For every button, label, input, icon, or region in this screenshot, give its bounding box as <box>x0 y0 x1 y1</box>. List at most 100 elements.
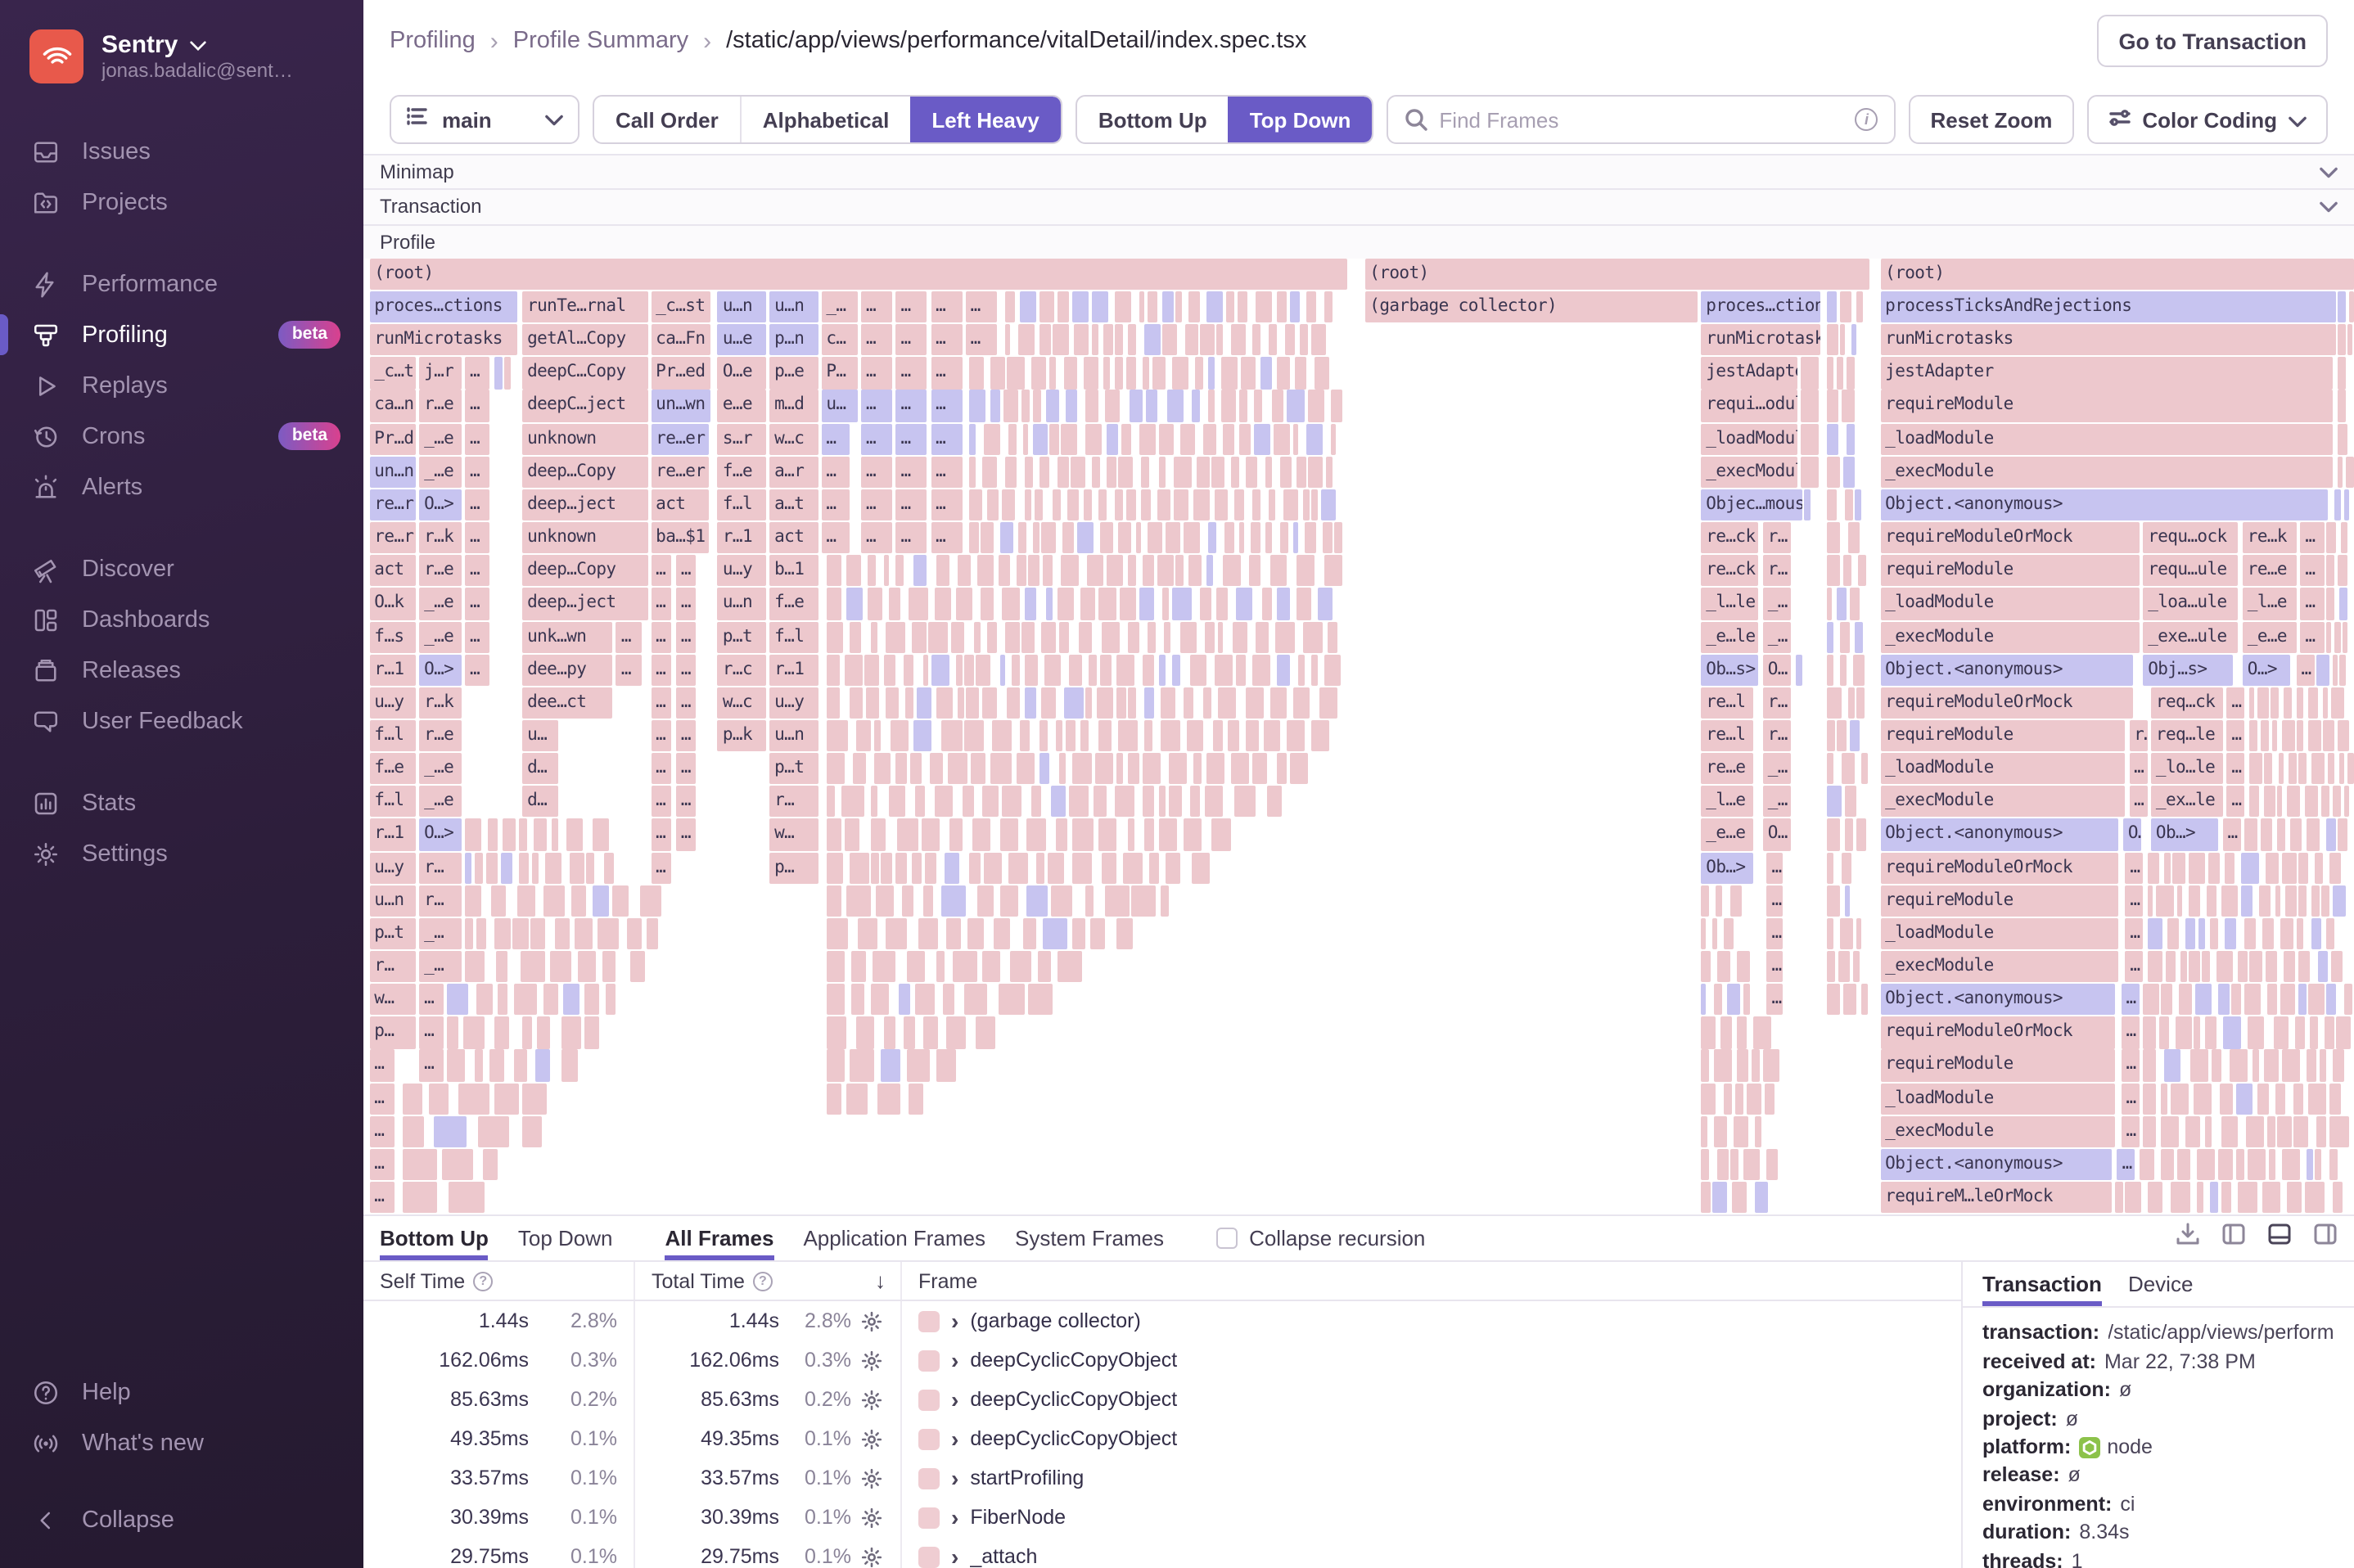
sidebar-item-discover[interactable]: Discover <box>0 543 363 594</box>
flame-frame[interactable]: dee…ct <box>522 687 612 719</box>
flame-frame[interactable]: … <box>419 1016 444 1049</box>
flame-frame-sliver[interactable] <box>2276 786 2283 818</box>
flame-frame-sliver[interactable] <box>1143 753 1161 785</box>
flame-frame-sliver[interactable] <box>931 654 949 686</box>
flame-frame-sliver[interactable] <box>2283 687 2293 719</box>
flame-frame[interactable]: r…1 <box>369 654 416 686</box>
flame-frame-sliver[interactable] <box>1285 324 1295 356</box>
flame-frame[interactable]: a…r <box>769 456 818 488</box>
flame-frame[interactable]: _…e <box>419 786 462 818</box>
flame-frame-sliver[interactable] <box>403 1115 424 1147</box>
flame-frame-sliver[interactable] <box>901 885 914 917</box>
flame-frame-sliver[interactable] <box>2156 885 2174 917</box>
flame-frame-sliver[interactable] <box>864 654 879 686</box>
flame-frame-sliver[interactable] <box>984 423 1001 455</box>
flame-frame-sliver[interactable] <box>646 917 659 950</box>
flame-frame-sliver[interactable] <box>2115 1182 2123 1214</box>
flame-frame-sliver[interactable] <box>1238 390 1248 422</box>
flame-frame-sliver[interactable] <box>1826 719 1835 752</box>
flame-frame-sliver[interactable] <box>912 852 922 884</box>
flame-frame[interactable]: … <box>2121 1016 2140 1049</box>
flame-frame-sliver[interactable] <box>2296 687 2303 719</box>
flame-frame-sliver[interactable] <box>877 1083 900 1115</box>
flame-frame[interactable]: f…l <box>369 719 416 752</box>
flame-frame[interactable]: … <box>465 555 489 587</box>
flame-frame-sliver[interactable] <box>1251 324 1260 356</box>
flame-frame-sliver[interactable] <box>1231 753 1250 785</box>
flame-frame-sliver[interactable] <box>1838 951 1851 983</box>
flame-frame-sliver[interactable] <box>1837 357 1844 390</box>
flame-frame[interactable]: … <box>465 357 489 390</box>
expand-chevron-icon[interactable]: › <box>951 1389 958 1412</box>
flame-frame[interactable]: b…1 <box>769 555 818 587</box>
flame-frame-sliver[interactable] <box>2347 753 2354 785</box>
flame-frame-sliver[interactable] <box>1161 719 1181 752</box>
flame-frame[interactable]: … <box>465 456 489 488</box>
flame-frame-sliver[interactable] <box>1162 291 1174 323</box>
flame-frame-sliver[interactable] <box>2311 917 2322 950</box>
flame-frame[interactable]: … <box>465 423 489 455</box>
flame-frame-sliver[interactable] <box>1245 719 1260 752</box>
flame-frame[interactable]: … <box>895 324 927 356</box>
find-frames-input[interactable] <box>1439 107 1844 132</box>
flame-frame-sliver[interactable] <box>1091 291 1108 323</box>
flame-frame-sliver[interactable] <box>1017 753 1035 785</box>
flame-frame-sliver[interactable] <box>2306 1049 2316 1082</box>
flame-frame-sliver[interactable] <box>1143 687 1155 719</box>
flame-frame-sliver[interactable] <box>1002 489 1016 521</box>
flame-frame-sliver[interactable] <box>1279 456 1291 488</box>
flame-frame[interactable]: u… <box>522 719 558 752</box>
flame-frame[interactable]: r…e <box>419 390 462 422</box>
table-row[interactable]: 29.75ms 0.1% 29.75ms 0.1% › _attach <box>363 1537 1961 1568</box>
flame-frame-sliver[interactable] <box>1158 786 1166 818</box>
flame-frame-sliver[interactable] <box>2275 885 2280 917</box>
flame-frame-sliver[interactable] <box>1236 588 1253 620</box>
flame-frame[interactable]: P… <box>821 357 858 390</box>
flame-frame-sliver[interactable] <box>1286 719 1306 752</box>
flame-frame-sliver[interactable] <box>1072 753 1093 785</box>
flame-frame-sliver[interactable] <box>1729 885 1743 917</box>
flame-frame-sliver[interactable] <box>1261 588 1273 620</box>
flame-frame-sliver[interactable] <box>2337 818 2348 851</box>
flame-frame-sliver[interactable] <box>1117 522 1132 554</box>
flame-frame[interactable]: … <box>1766 917 1783 950</box>
flame-frame[interactable]: … <box>2121 1115 2140 1147</box>
flame-frame-sliver[interactable] <box>1220 390 1237 422</box>
flame-frame-sliver[interactable] <box>1856 687 1865 719</box>
flame-frame[interactable]: … <box>2222 818 2241 851</box>
flame-frame[interactable]: … <box>861 324 893 356</box>
flame-frame[interactable]: … <box>965 324 997 356</box>
flame-frame[interactable]: getAl…Copy <box>522 324 648 356</box>
flame-frame-sliver[interactable] <box>1179 423 1196 455</box>
flame-frame[interactable]: … <box>465 522 489 554</box>
flame-frame-sliver[interactable] <box>976 885 994 917</box>
flame-frame-sliver[interactable] <box>1165 522 1180 554</box>
flame-frame-sliver[interactable] <box>1844 885 1851 917</box>
flame-frame[interactable]: … <box>861 423 893 455</box>
flame-frame[interactable]: f…s <box>369 621 416 653</box>
flame-frame-sliver[interactable] <box>1127 324 1137 356</box>
flame-frame[interactable]: r… <box>419 885 462 917</box>
flame-frame-sliver[interactable] <box>1161 324 1178 356</box>
flame-frame-sliver[interactable] <box>1146 390 1158 422</box>
flame-frame-sliver[interactable] <box>503 818 516 851</box>
flame-frame[interactable]: re…l <box>1701 687 1753 719</box>
flame-frame[interactable]: p…n <box>769 324 818 356</box>
flame-frame[interactable]: jestAdapter <box>1701 357 1797 390</box>
flame-frame[interactable]: deep…ject <box>522 588 648 620</box>
flame-frame-sliver[interactable] <box>1849 719 1860 752</box>
flame-frame[interactable]: … <box>675 753 697 785</box>
sidebar-item-collapse[interactable]: Collapse <box>0 1494 363 1545</box>
flame-frame[interactable]: _c…st <box>651 291 711 323</box>
flame-frame-sliver[interactable] <box>1306 291 1316 323</box>
flame-frame-sliver[interactable] <box>2238 951 2248 983</box>
minimap-section-header[interactable]: Minimap <box>363 154 2354 189</box>
flame-frame-sliver[interactable] <box>1300 324 1308 356</box>
flame-frame[interactable]: (root) <box>1880 258 2354 291</box>
flame-frame-sliver[interactable] <box>922 818 940 851</box>
flame-frame-sliver[interactable] <box>1290 753 1308 785</box>
flame-frame-sliver[interactable] <box>1050 885 1073 917</box>
flame-frame-sliver[interactable] <box>909 753 922 785</box>
flame-frame-sliver[interactable] <box>976 654 991 686</box>
flame-frame-sliver[interactable] <box>1297 456 1306 488</box>
